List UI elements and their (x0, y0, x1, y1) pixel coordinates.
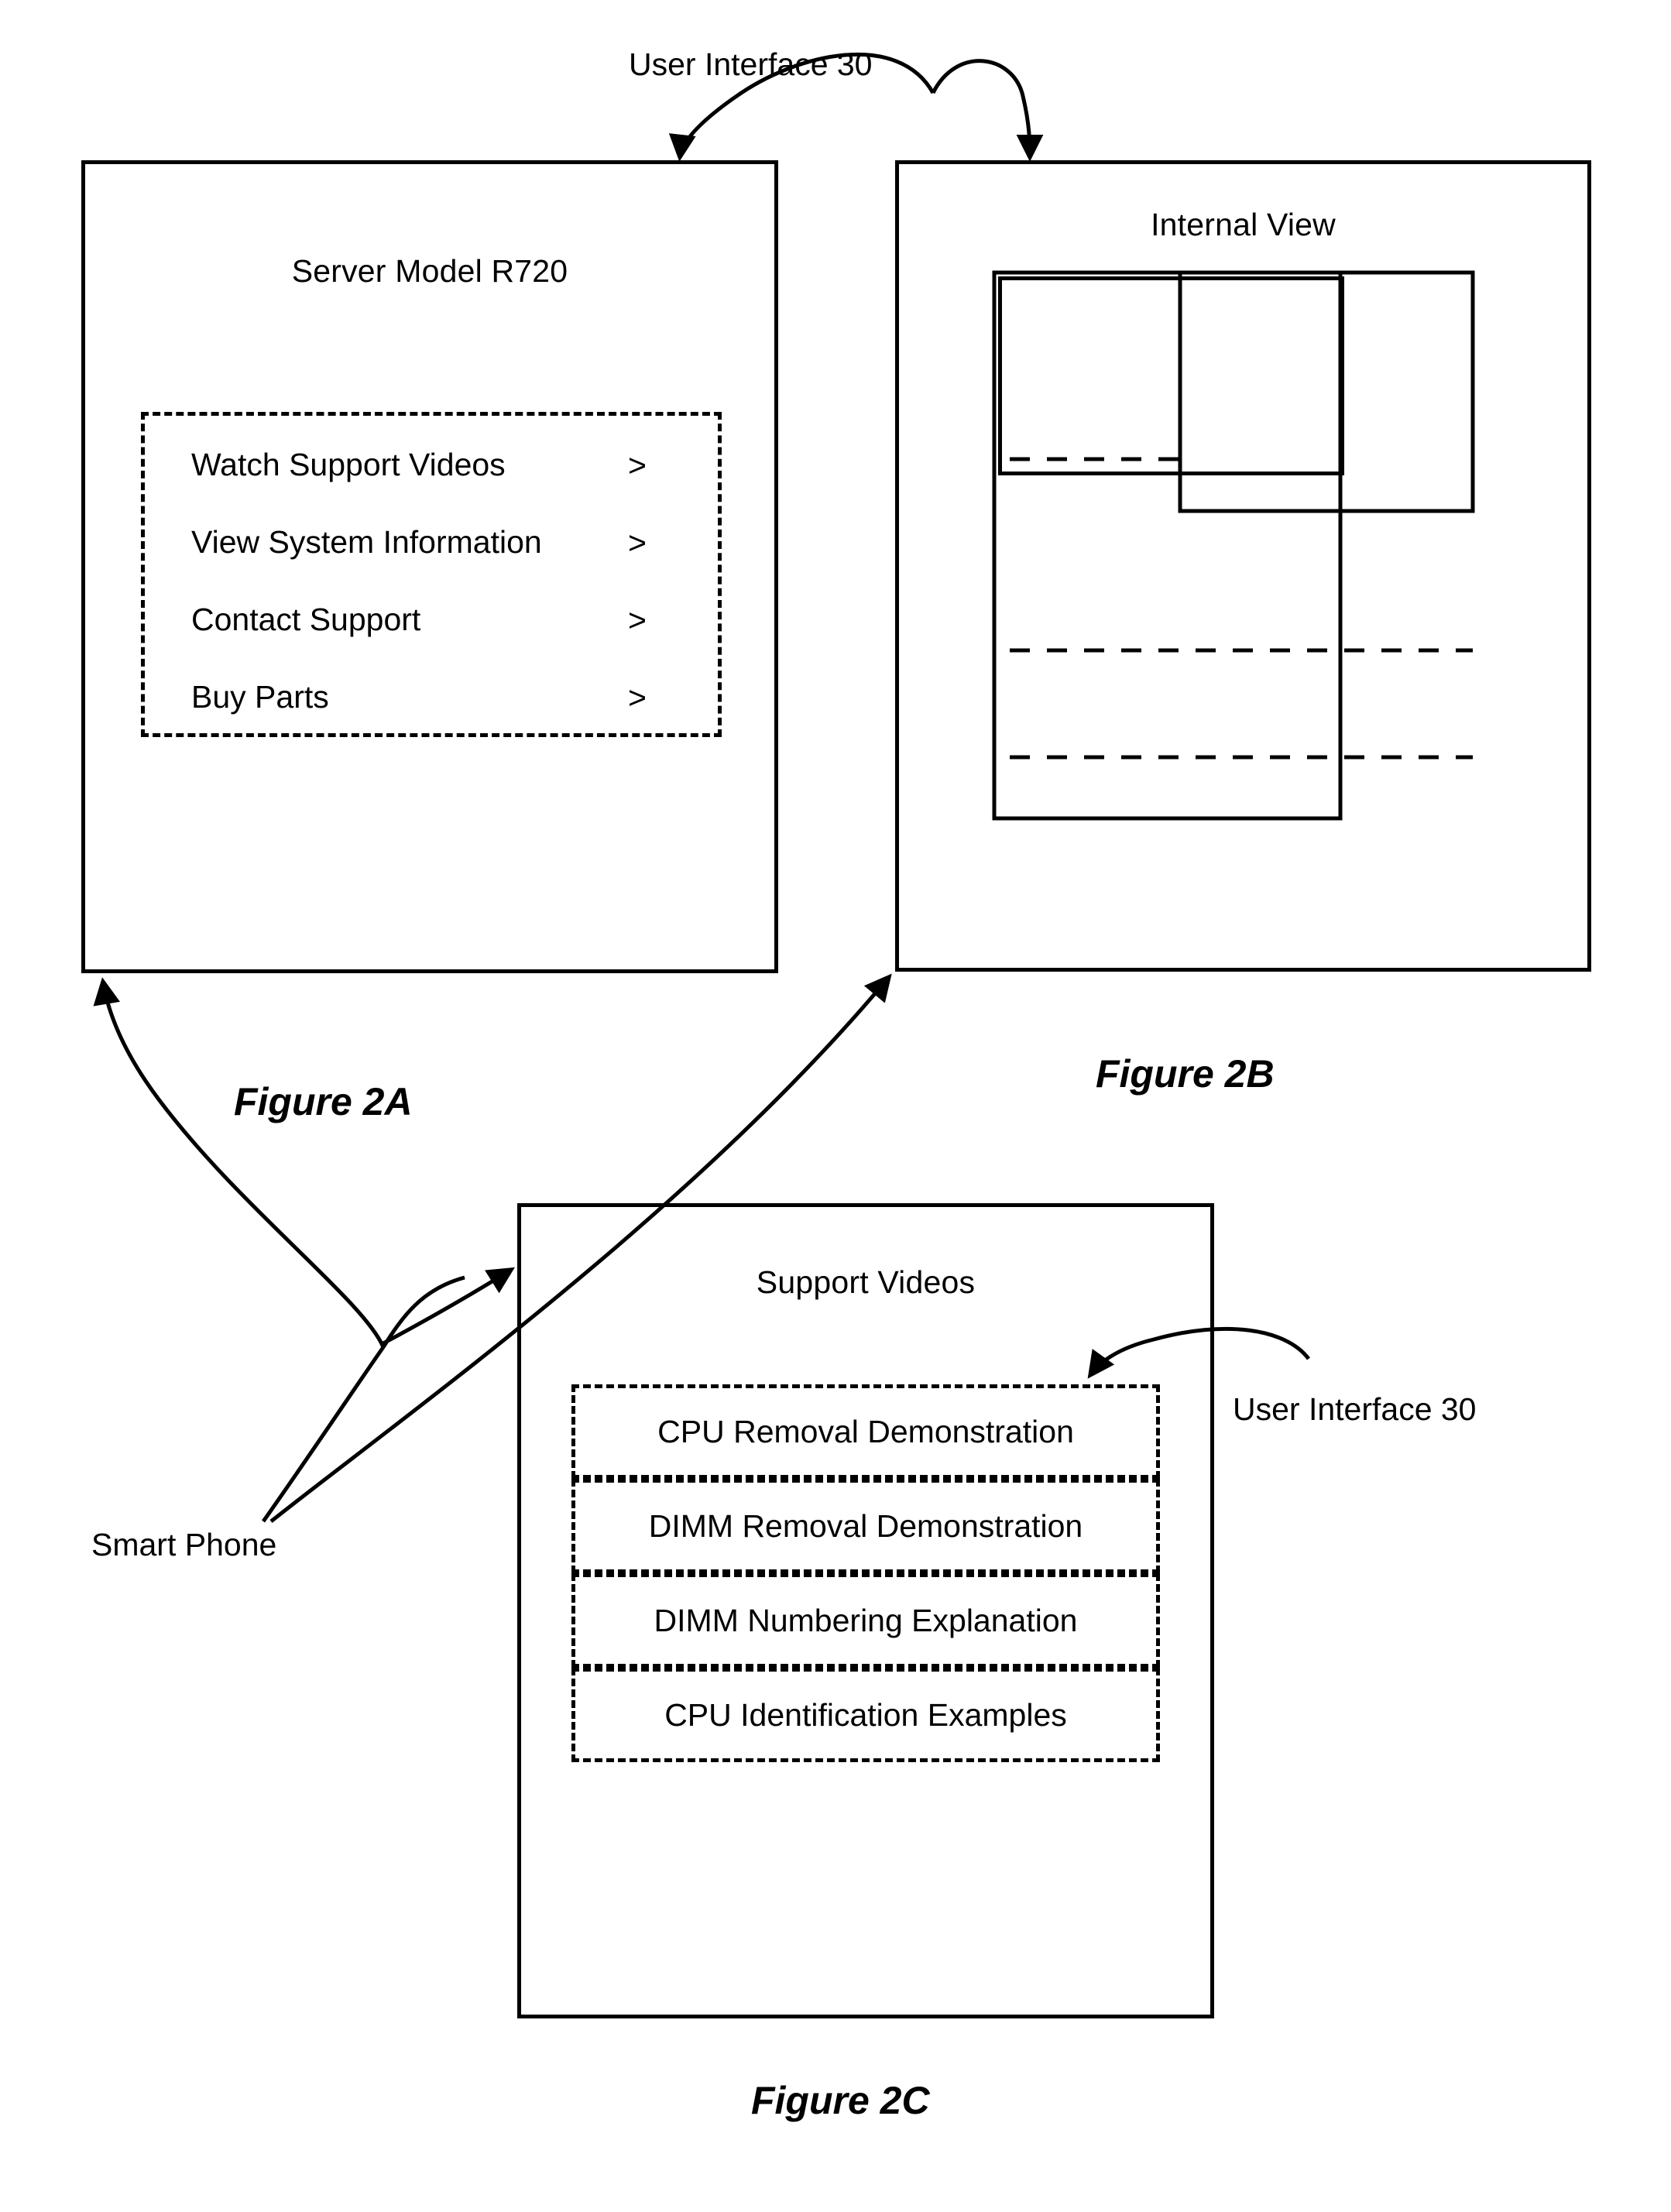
menu-item-label: Buy Parts (191, 678, 329, 715)
figure-2b-title: Internal View (1151, 207, 1336, 242)
menu-item-label: Contact Support (191, 601, 421, 637)
video-item-label: CPU Removal Demonstration (657, 1413, 1074, 1449)
figure-2c-panel: Support Videos CPU Removal Demonstration… (517, 1203, 1214, 2018)
menu-item-buy-parts[interactable]: Buy Parts > (145, 671, 718, 722)
video-item-label: DIMM Numbering Explanation (654, 1602, 1078, 1638)
annotation-user-interface-right: User Interface 30 (1233, 1391, 1477, 1427)
annotation-user-interface-top: User Interface 30 (629, 46, 873, 82)
annotation-smart-phone: Smart Phone (91, 1527, 277, 1562)
video-item-label: CPU Identification Examples (664, 1696, 1067, 1733)
menu-item-contact-support[interactable]: Contact Support > (145, 594, 718, 645)
figure-sheet: Server Model R720 Watch Support Videos >… (0, 0, 1671, 2212)
menu-item-label: View System Information (191, 523, 542, 560)
figure-2b-panel: Internal View PSU PCI Slots CPU/RAM Fans (895, 160, 1591, 972)
figure-2c-title: Support Videos (756, 1264, 976, 1300)
chevron-right-icon: > (628, 525, 647, 561)
video-item-label: DIMM Removal Demonstration (648, 1507, 1083, 1544)
figure-2a-panel: Server Model R720 Watch Support Videos >… (81, 160, 778, 973)
figure-2a-caption: Figure 2A (234, 1080, 413, 1123)
figure-2b-caption: Figure 2B (1096, 1052, 1275, 1096)
internal-view-diagram (998, 276, 1344, 475)
figure-2a-title: Server Model R720 (291, 253, 568, 289)
video-item-cpu-removal-demonstration[interactable]: CPU Removal Demonstration (571, 1384, 1160, 1479)
video-item-cpu-identification-examples[interactable]: CPU Identification Examples (571, 1668, 1160, 1762)
chevron-right-icon: > (628, 680, 647, 715)
menu-item-label: Watch Support Videos (191, 446, 506, 482)
menu-item-watch-support-videos[interactable]: Watch Support Videos > (145, 439, 718, 490)
video-item-dimm-numbering-explanation[interactable]: DIMM Numbering Explanation (571, 1573, 1160, 1668)
menu-item-view-system-information[interactable]: View System Information > (145, 516, 718, 568)
figure-2c-caption: Figure 2C (751, 2079, 930, 2122)
figure-2a-menu-container: Watch Support Videos > View System Infor… (141, 412, 722, 737)
video-item-dimm-removal-demonstration[interactable]: DIMM Removal Demonstration (571, 1479, 1160, 1573)
chevron-right-icon: > (628, 448, 647, 483)
chevron-right-icon: > (628, 602, 647, 638)
